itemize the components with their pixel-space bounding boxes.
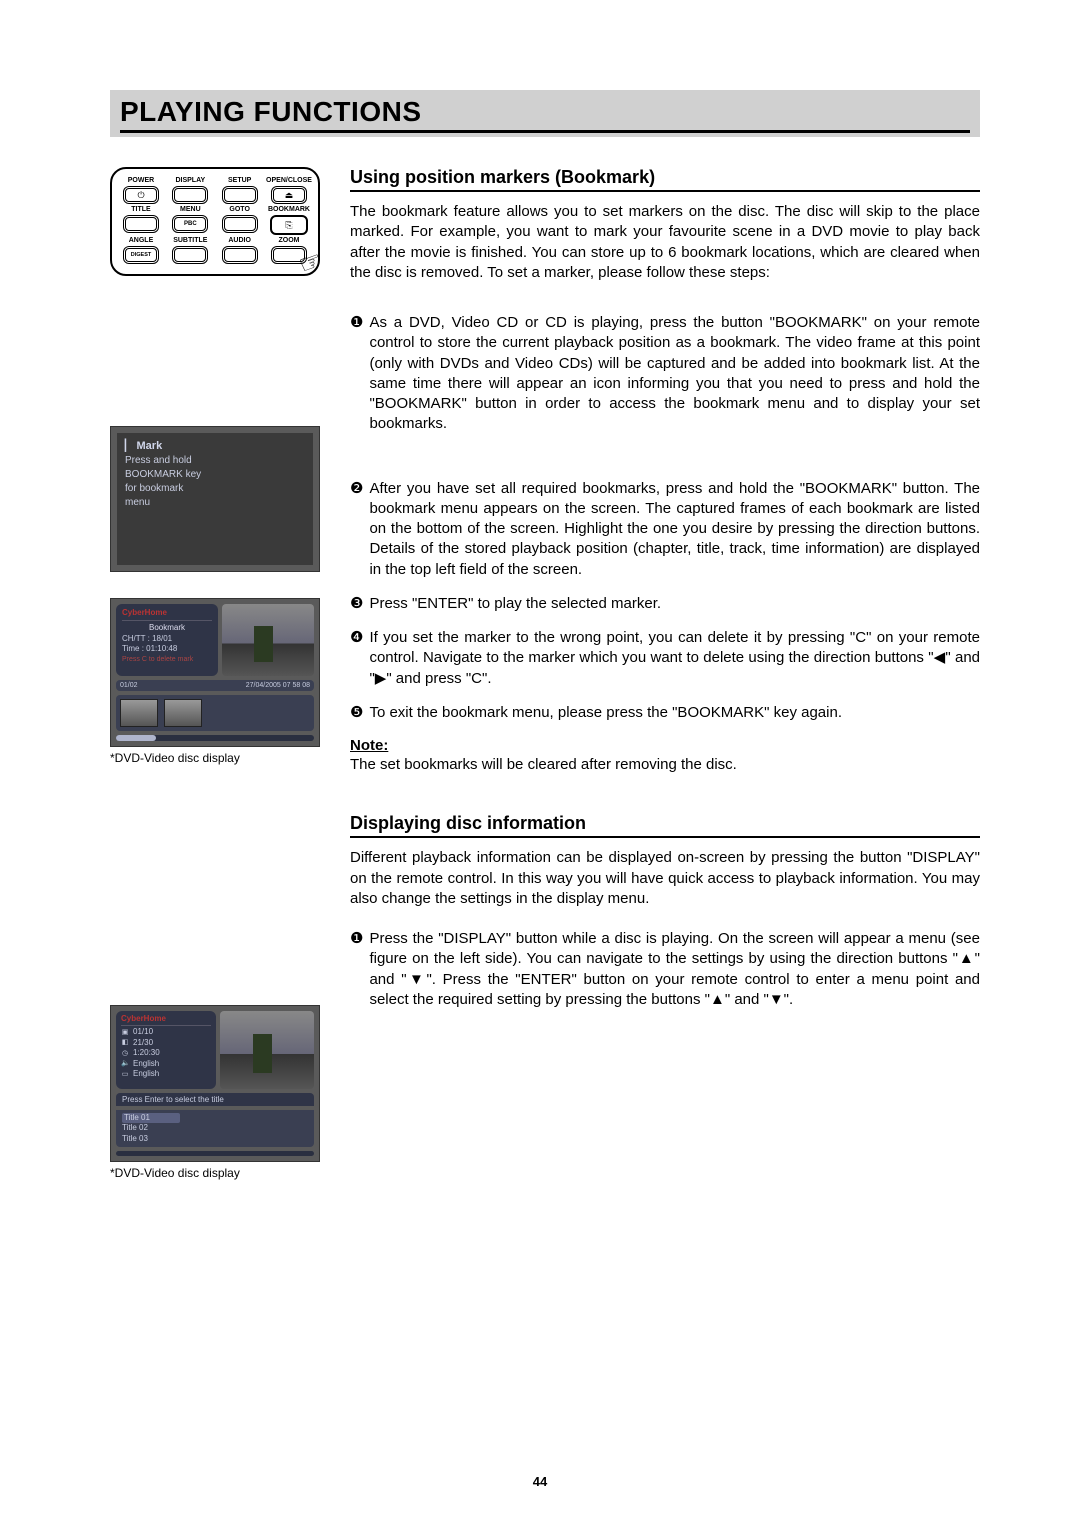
osd-bookmark-screenshot: CyberHome Bookmark CH/TT : 18/01 Time : … <box>110 598 320 747</box>
step-5: ❺ To exit the bookmark menu, please pres… <box>350 703 980 723</box>
bullet-1-icon: ❶ <box>350 313 363 435</box>
section2-intro: Different playback information can be di… <box>350 848 980 909</box>
osd-mark-screenshot: ▏ Mark Press and hold BOOKMARK key for b… <box>110 426 320 572</box>
step-2: ❷ After you have set all required bookma… <box>350 479 980 580</box>
title-icon: ▣ <box>121 1028 129 1037</box>
note-text: The set bookmarks will be cleared after … <box>350 755 980 775</box>
osd-preview-image <box>220 1011 314 1089</box>
section-heading-bookmark: Using position markers (Bookmark) <box>350 167 980 192</box>
remote-diagram: POWER⏻ DISPLAY SETUP OPEN/CLOSE⏏ TITLE M… <box>110 167 320 276</box>
osd-mark-title: Mark <box>137 440 163 452</box>
audio-icon: 🔈 <box>121 1059 129 1068</box>
progress-bar <box>116 1151 314 1156</box>
chapter-icon: ◧ <box>121 1038 129 1047</box>
remote-label-zoom: ZOOM <box>278 237 299 244</box>
remote-label-subtitle: SUBTITLE <box>173 237 207 244</box>
bullet-5-icon: ❺ <box>350 703 363 723</box>
caption-1: *DVD-Video disc display <box>110 751 320 765</box>
page-title-bar: PLAYING FUNCTIONS <box>110 90 980 137</box>
progress-bar <box>116 735 314 741</box>
bullet-3-icon: ❸ <box>350 594 363 614</box>
caption-2: *DVD-Video disc display <box>110 1166 320 1180</box>
remote-label-goto: GOTO <box>229 206 249 213</box>
remote-label-bookmark: BOOKMARK <box>268 206 310 213</box>
remote-label-title: TITLE <box>131 206 150 213</box>
page-number: 44 <box>0 1474 1080 1489</box>
step-1: ❶ As a DVD, Video CD or CD is playing, p… <box>350 313 980 435</box>
osd-brand: CyberHome <box>122 608 212 621</box>
remote-label-audio: AUDIO <box>228 237 251 244</box>
bookmark-thumb <box>164 699 202 727</box>
display-step-1: ❶ Press the "DISPLAY" button while a dis… <box>350 929 980 1010</box>
osd-preview-image <box>222 604 314 676</box>
note-label: Note: <box>350 737 388 754</box>
bookmark-thumb <box>120 699 158 727</box>
bookmark-icon: ⎘ <box>285 220 292 231</box>
step-4: ❹ If you set the marker to the wrong poi… <box>350 628 980 689</box>
remote-label-setup: SETUP <box>228 177 251 184</box>
remote-label-menu: MENU <box>180 206 201 213</box>
section-heading-display: Displaying disc information <box>350 813 980 838</box>
remote-label-display: DISPLAY <box>175 177 205 184</box>
bullet-1-icon: ❶ <box>350 929 363 1010</box>
step-3: ❸ Press "ENTER" to play the selected mar… <box>350 594 980 614</box>
remote-label-angle: ANGLE <box>129 237 154 244</box>
osd-display-screenshot: CyberHome ▣01/10 ◧21/30 ◷1:20:30 🔈Englis… <box>110 1005 320 1162</box>
bullet-4-icon: ❹ <box>350 628 363 689</box>
page-title: PLAYING FUNCTIONS <box>120 96 970 133</box>
subtitle-icon: ▭ <box>121 1070 129 1079</box>
bullet-2-icon: ❷ <box>350 479 363 580</box>
remote-label-openclose: OPEN/CLOSE <box>266 177 312 184</box>
clock-icon: ◷ <box>121 1049 129 1058</box>
remote-label-power: POWER <box>128 177 154 184</box>
section1-intro: The bookmark feature allows you to set m… <box>350 202 980 283</box>
